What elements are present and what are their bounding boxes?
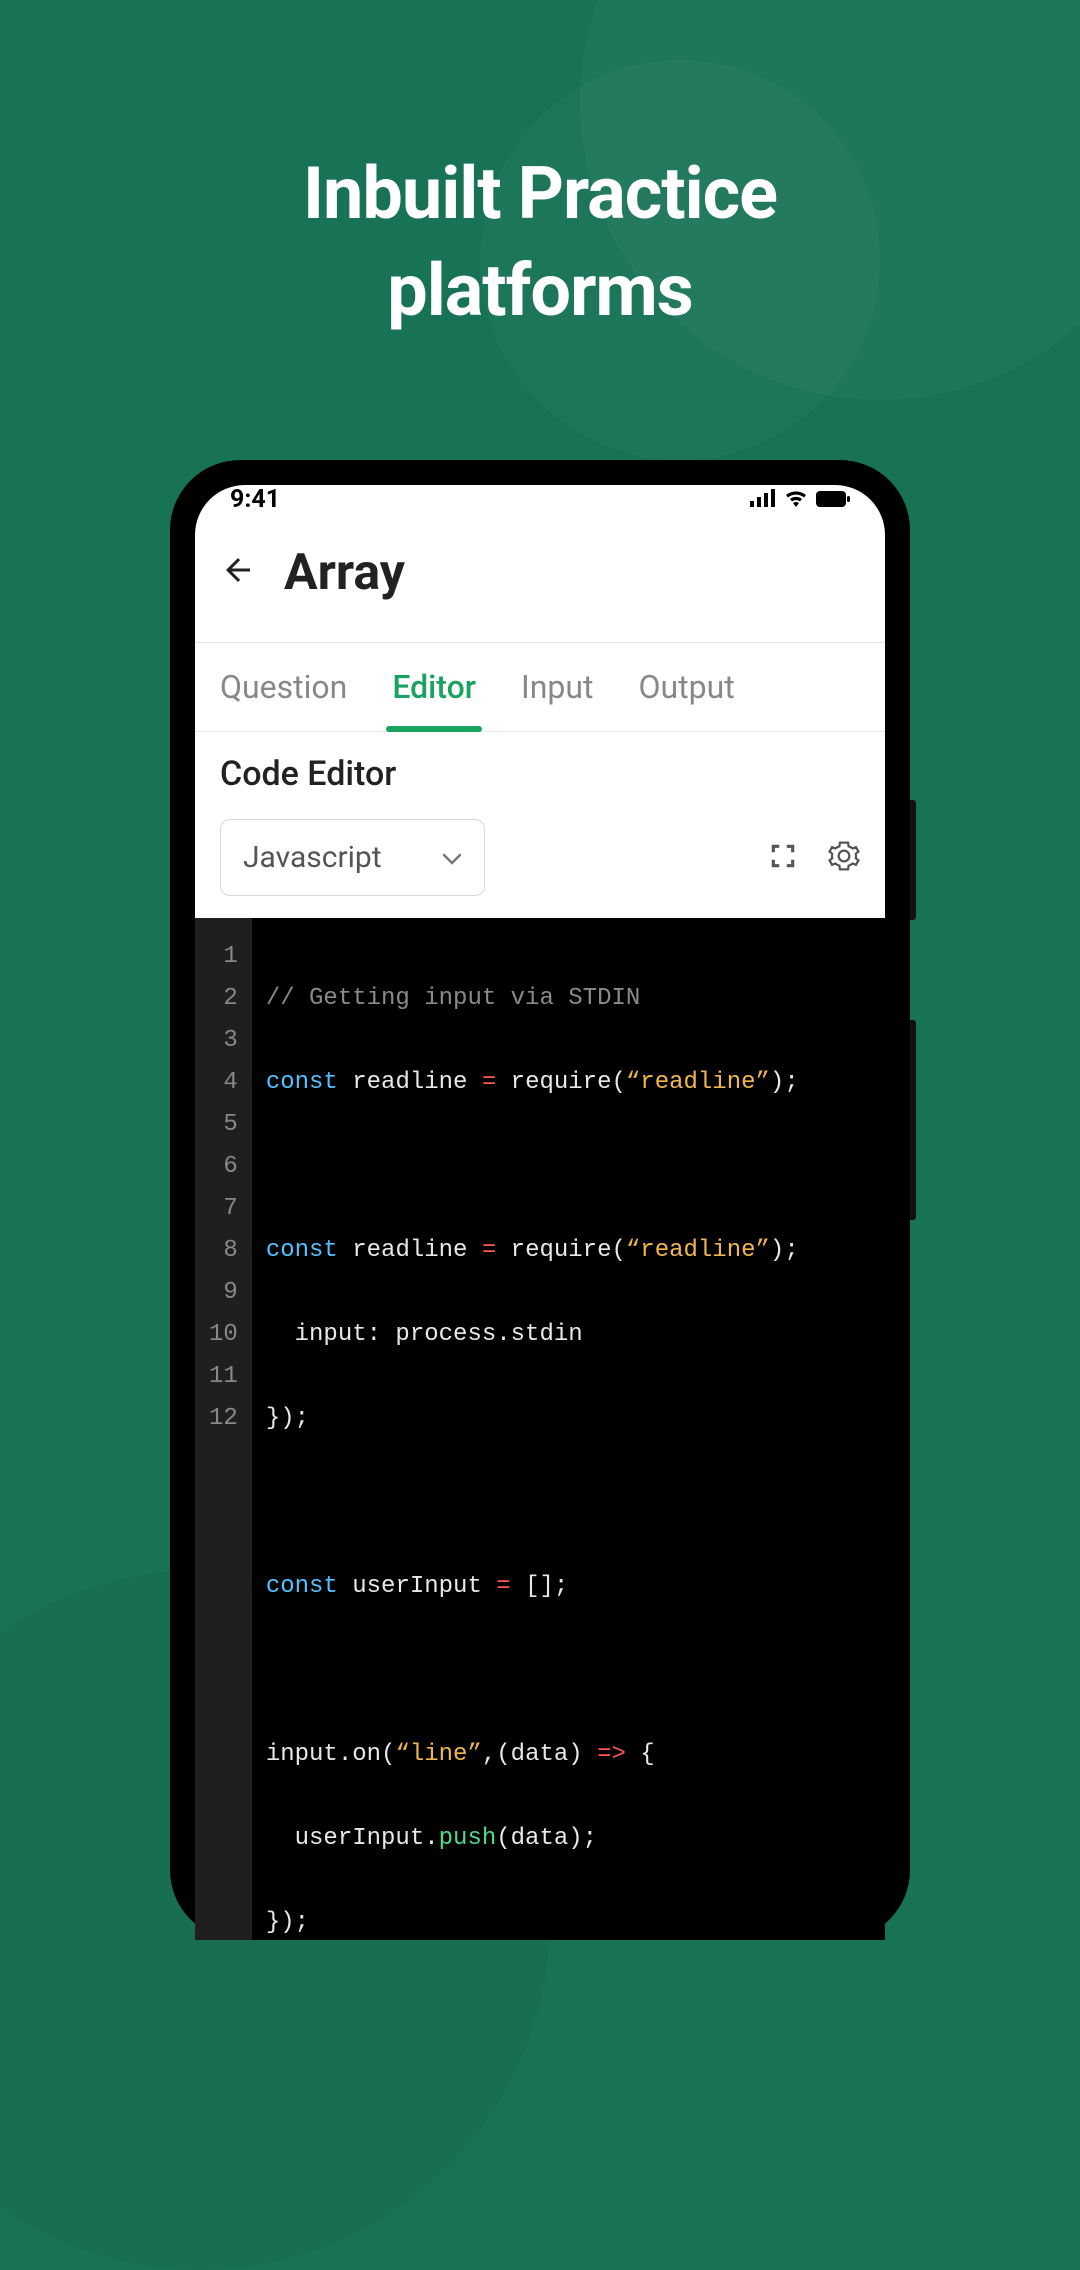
language-select[interactable]: Javascript xyxy=(220,819,485,896)
tabs: Question Editor Input Output xyxy=(195,642,885,732)
line-number: 7 xyxy=(205,1188,242,1230)
code-token: input.on( xyxy=(266,1741,396,1768)
code-token: “line” xyxy=(395,1741,481,1768)
line-number: 10 xyxy=(205,1314,242,1356)
code-token: const xyxy=(266,1237,338,1264)
headline-line-1: Inbuilt Practice xyxy=(303,151,777,236)
code-token: = xyxy=(496,1573,510,1600)
line-number: 11 xyxy=(205,1356,242,1398)
chevron-down-icon xyxy=(442,840,462,875)
promo-headline: Inbuilt Practice platforms xyxy=(0,145,1080,339)
code-token: (data); xyxy=(496,1825,597,1852)
code-token: { xyxy=(626,1741,655,1768)
tab-question[interactable]: Question xyxy=(220,643,347,731)
editor-header: Code Editor Javascript xyxy=(195,732,885,918)
code-token: = xyxy=(482,1069,496,1096)
code-token: ,(data) xyxy=(482,1741,597,1768)
tab-editor[interactable]: Editor xyxy=(392,643,476,731)
app-header: Array xyxy=(195,514,885,642)
line-number: 4 xyxy=(205,1062,242,1104)
code-token: ); xyxy=(770,1237,799,1264)
code-token: }); xyxy=(266,1405,309,1432)
headline-line-2: platforms xyxy=(387,248,693,333)
language-label: Javascript xyxy=(243,840,382,875)
code-token: require( xyxy=(496,1237,626,1264)
line-number: 12 xyxy=(205,1398,242,1440)
code-token: // Getting input via STDIN xyxy=(266,985,640,1012)
line-number: 3 xyxy=(205,1020,242,1062)
code-token: userInput. xyxy=(266,1825,439,1852)
line-number: 6 xyxy=(205,1146,242,1188)
code-token: const xyxy=(266,1069,338,1096)
code-token: => xyxy=(597,1741,626,1768)
line-number: 2 xyxy=(205,978,242,1020)
tab-input[interactable]: Input xyxy=(521,643,593,731)
line-number: 1 xyxy=(205,936,242,978)
code-token: push xyxy=(439,1825,497,1852)
line-gutter: 1 2 3 4 5 6 7 8 9 10 11 12 xyxy=(195,918,252,1940)
code-token: const xyxy=(266,1573,338,1600)
status-icons xyxy=(750,485,850,514)
code-token: readline xyxy=(338,1069,482,1096)
back-arrow-icon[interactable] xyxy=(220,552,256,595)
code-token: input: process.stdin xyxy=(266,1321,583,1348)
phone-side-button xyxy=(910,1020,916,1220)
line-number: 9 xyxy=(205,1272,242,1314)
code-token: []; xyxy=(511,1573,569,1600)
status-bar: 9:41 xyxy=(195,485,885,514)
status-time: 9:41 xyxy=(230,485,280,514)
phone-frame: 9:41 Array Question Editor Inp xyxy=(170,460,910,1940)
code-token: ); xyxy=(770,1069,799,1096)
code-token: “readline” xyxy=(626,1069,770,1096)
code-token: userInput xyxy=(338,1573,496,1600)
wifi-icon xyxy=(784,485,808,514)
code-content: // Getting input via STDIN const readlin… xyxy=(252,918,813,1940)
line-number: 8 xyxy=(205,1230,242,1272)
code-editor[interactable]: 1 2 3 4 5 6 7 8 9 10 11 12 // Getting in… xyxy=(195,918,885,1940)
code-token: “readline” xyxy=(626,1237,770,1264)
line-number: 5 xyxy=(205,1104,242,1146)
battery-icon xyxy=(816,485,850,514)
gear-icon[interactable] xyxy=(828,840,860,876)
phone-screen: 9:41 Array Question Editor Inp xyxy=(195,485,885,1940)
tab-output[interactable]: Output xyxy=(639,643,735,731)
code-token: = xyxy=(482,1237,496,1264)
fullscreen-icon[interactable] xyxy=(768,841,798,875)
code-token: }); xyxy=(266,1909,309,1936)
code-token: readline xyxy=(338,1237,482,1264)
cellular-icon xyxy=(750,485,776,514)
page-title: Array xyxy=(284,544,405,602)
code-token: require( xyxy=(496,1069,626,1096)
phone-side-button xyxy=(910,800,916,920)
editor-section-title: Code Editor xyxy=(220,754,860,794)
